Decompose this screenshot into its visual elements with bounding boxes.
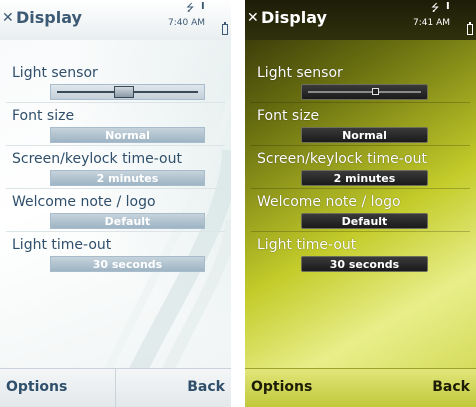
slider-thumb[interactable] <box>114 86 134 98</box>
title-bar: ✕ Display ⭍ I 7:40 AM <box>0 0 231 40</box>
setting-light-timeout[interactable]: Light time-out 30 seconds <box>251 232 470 275</box>
signal-bar-icon: I <box>446 1 450 12</box>
light-sensor-slider[interactable] <box>50 84 205 100</box>
options-softkey[interactable]: Options <box>251 379 312 395</box>
setting-value[interactable]: Default <box>301 213 428 229</box>
clock: 7:40 AM <box>168 18 205 28</box>
page-title: Display <box>16 8 82 27</box>
softkey-bar: Options Back <box>0 368 231 407</box>
setting-value[interactable]: Normal <box>50 127 205 143</box>
options-softkey[interactable]: Options <box>6 379 67 395</box>
signal-bar-icon: I <box>201 1 205 12</box>
setting-label: Light time-out <box>12 237 112 253</box>
title-bar: ✕ Display ⭍ I 7:41 AM <box>245 0 476 40</box>
setting-value[interactable]: 30 seconds <box>50 256 205 272</box>
setting-font-size[interactable]: Font size Normal <box>251 103 470 146</box>
close-icon[interactable]: ✕ <box>2 10 14 26</box>
setting-label: Screen/keylock time-out <box>12 151 182 167</box>
screen-separator <box>231 0 245 407</box>
softkey-divider <box>115 369 116 407</box>
phone-screen-light-theme: ✕ Display ⭍ I 7:40 AM Light sensor Font … <box>0 0 231 407</box>
setting-label: Light time-out <box>257 237 357 253</box>
setting-label: Welcome note / logo <box>257 194 401 210</box>
setting-welcome-note[interactable]: Welcome note / logo Default <box>251 189 470 232</box>
close-icon[interactable]: ✕ <box>247 10 259 26</box>
battery-icon <box>467 22 473 36</box>
softkey-bar: Options Back <box>245 368 476 407</box>
setting-label: Screen/keylock time-out <box>257 151 427 167</box>
setting-value[interactable]: Normal <box>301 127 428 143</box>
usb-icon: ⭍ <box>186 3 195 14</box>
setting-label: Font size <box>257 108 320 124</box>
setting-value[interactable]: 2 minutes <box>301 170 428 186</box>
settings-list: Light sensor Font size Normal Screen/key… <box>251 60 470 275</box>
setting-label: Light sensor <box>12 65 98 81</box>
slider-track <box>308 91 421 93</box>
setting-label: Light sensor <box>257 65 343 81</box>
usb-icon: ⭍ <box>431 3 440 14</box>
battery-icon <box>222 22 228 36</box>
setting-light-timeout[interactable]: Light time-out 30 seconds <box>6 232 225 275</box>
back-softkey[interactable]: Back <box>187 379 225 395</box>
setting-welcome-note[interactable]: Welcome note / logo Default <box>6 189 225 232</box>
setting-screen-keylock-timeout[interactable]: Screen/keylock time-out 2 minutes <box>6 146 225 189</box>
settings-list: Light sensor Font size Normal Screen/key… <box>6 60 225 275</box>
light-sensor-slider[interactable] <box>301 84 428 100</box>
setting-value[interactable]: 30 seconds <box>301 256 428 272</box>
setting-font-size[interactable]: Font size Normal <box>6 103 225 146</box>
setting-label: Welcome note / logo <box>12 194 156 210</box>
back-softkey[interactable]: Back <box>432 379 470 395</box>
setting-screen-keylock-timeout[interactable]: Screen/keylock time-out 2 minutes <box>251 146 470 189</box>
setting-light-sensor[interactable]: Light sensor <box>6 60 225 103</box>
setting-value[interactable]: 2 minutes <box>50 170 205 186</box>
phone-screen-dark-theme: ✕ Display ⭍ I 7:41 AM Light sensor Font … <box>245 0 476 407</box>
clock: 7:41 AM <box>413 18 450 28</box>
setting-light-sensor[interactable]: Light sensor <box>251 60 470 103</box>
setting-label: Font size <box>12 108 75 124</box>
page-title: Display <box>261 8 327 27</box>
slider-thumb[interactable] <box>372 88 379 95</box>
setting-value[interactable]: Default <box>50 213 205 229</box>
